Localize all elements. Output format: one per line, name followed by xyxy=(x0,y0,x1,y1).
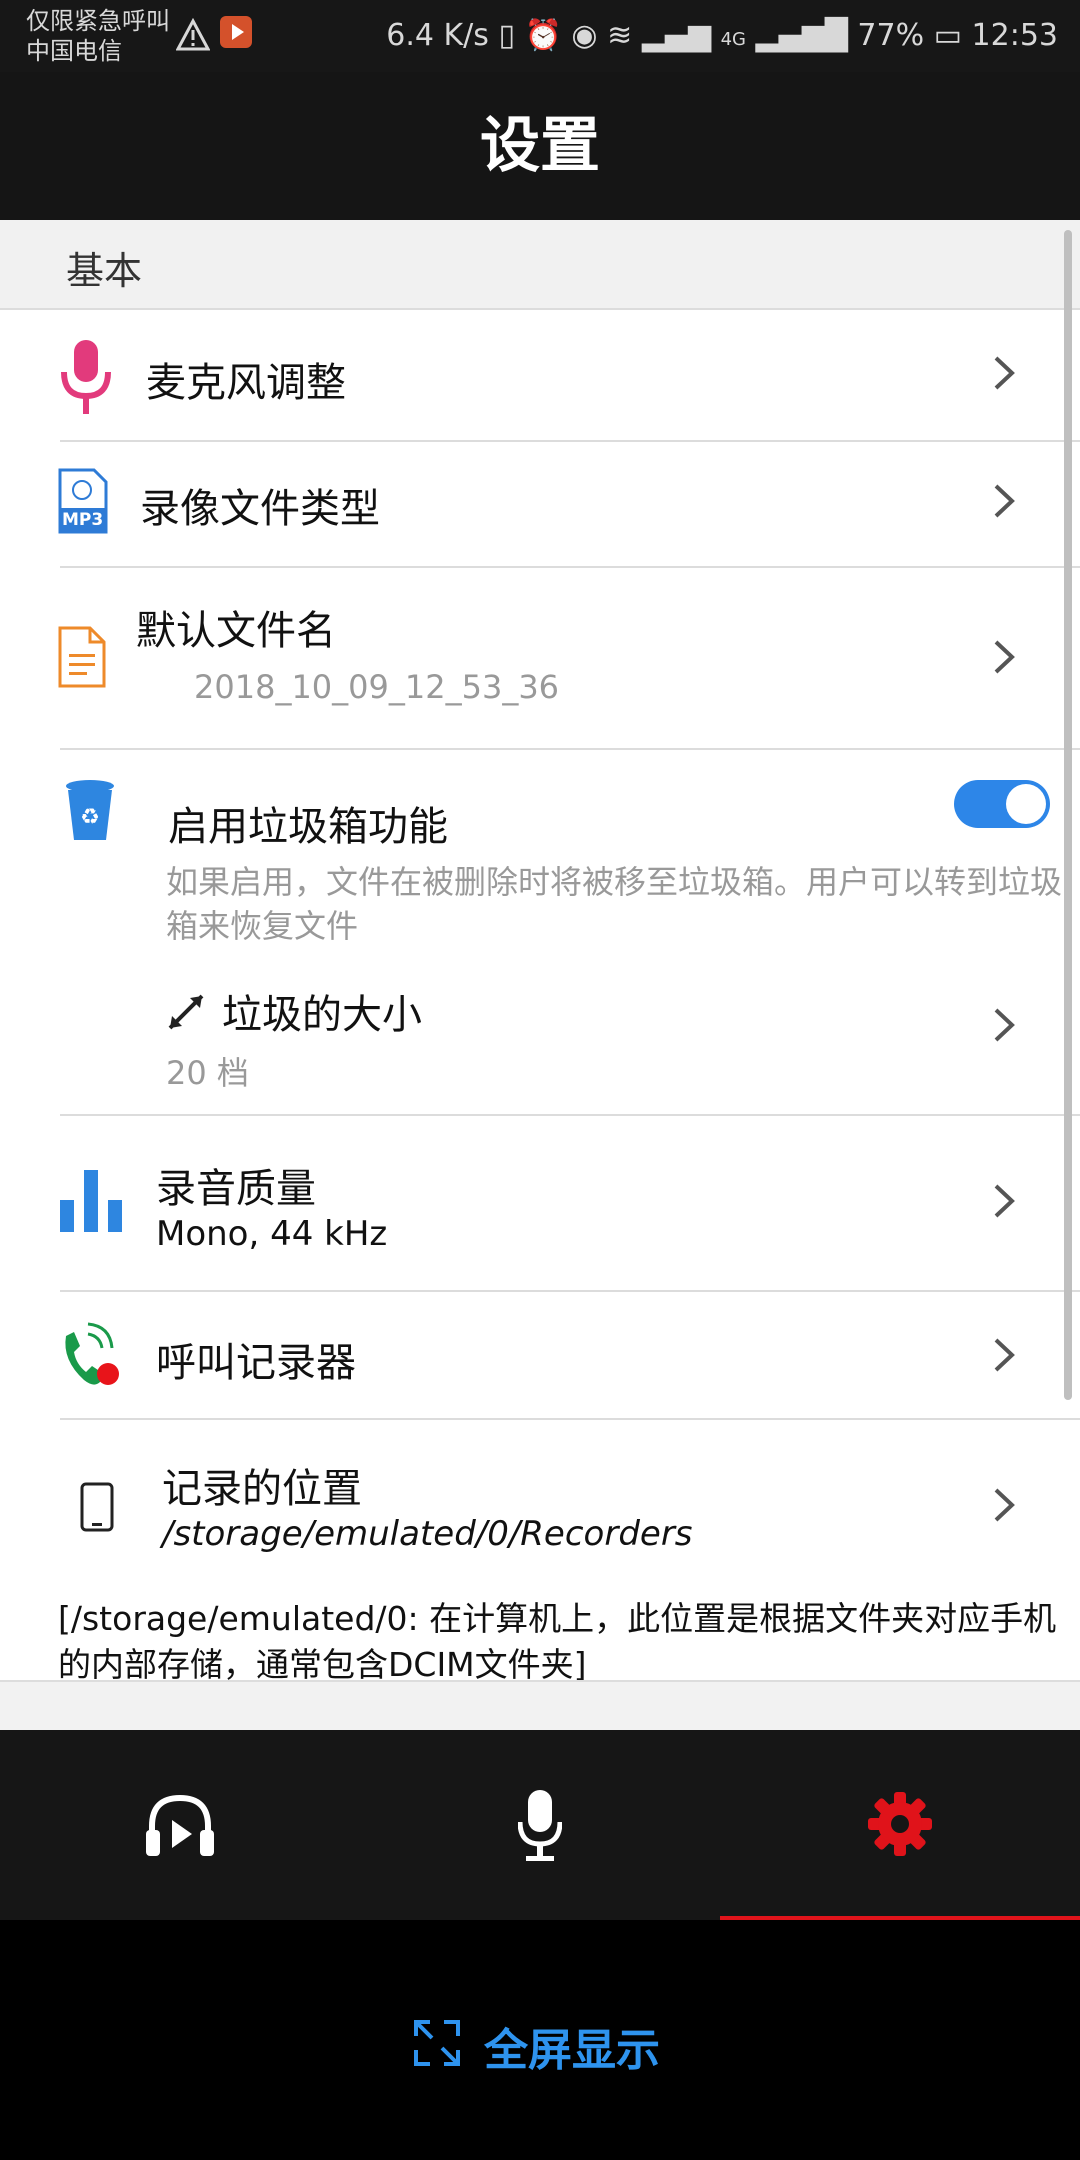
signal-icon: ▂▄▆ xyxy=(641,18,712,53)
gear-icon xyxy=(868,1792,932,1856)
default-name-title: 默认文件名 xyxy=(136,608,336,654)
fullscreen-bar[interactable]: 全屏显示 xyxy=(0,1920,1080,2160)
clock: 12:53 xyxy=(971,18,1058,53)
bottom-nav xyxy=(0,1730,1080,1920)
recycle-bin-icon: ♻ xyxy=(66,780,114,840)
chevron-right-icon xyxy=(994,1008,1015,1042)
player-icon xyxy=(146,1794,214,1856)
vibrate-icon: ▯ xyxy=(498,18,515,53)
chevron-right-icon xyxy=(994,356,1015,390)
status-right: 6.4 K/s ▯ ⏰ ◉ ≋ ▂▄▆ 4G ▂▄▆█ 77% ▭ 12:53 xyxy=(386,18,1058,53)
location-title: 记录的位置 xyxy=(162,1466,362,1512)
chevron-right-icon xyxy=(994,1184,1015,1218)
document-icon xyxy=(58,626,106,688)
fullscreen-icon xyxy=(414,2020,460,2066)
trash-size-value: 20 档 xyxy=(166,1054,249,1092)
video-type-title: 录像文件类型 xyxy=(140,486,380,532)
section-label: 基本 xyxy=(66,249,143,293)
nav-recorder[interactable] xyxy=(360,1730,720,1920)
resize-arrows-icon xyxy=(168,994,204,1030)
phone-record-icon xyxy=(65,1322,119,1385)
trash-size-title: 垃圾的大小 xyxy=(222,992,422,1038)
carrier-info: 仅限紧急呼叫 中国电信 xyxy=(26,6,170,66)
quality-title: 录音质量 xyxy=(156,1166,316,1212)
app-notification-icon xyxy=(220,16,252,48)
fullscreen-label: 全屏显示 xyxy=(484,2025,660,2076)
network-type: 4G xyxy=(720,29,746,50)
mp3-badge: MP3 xyxy=(62,510,104,530)
default-name-value: 2018_10_09_12_53_36 xyxy=(194,668,560,706)
battery-icon: ▭ xyxy=(933,18,962,53)
settings-row-default-name[interactable]: 默认文件名 2018_10_09_12_53_36 xyxy=(0,568,1080,748)
toggle-knob xyxy=(1006,784,1046,824)
quality-value: Mono, 44 kHz xyxy=(156,1214,388,1254)
network-speed: 6.4 K/s xyxy=(386,18,489,53)
scrollbar[interactable] xyxy=(1064,230,1072,1400)
alarm-icon: ⏰ xyxy=(524,18,562,53)
nav-player[interactable] xyxy=(0,1730,360,1920)
carrier-line2: 中国电信 xyxy=(26,37,122,65)
eye-icon: ◉ xyxy=(571,18,598,53)
warning-icon xyxy=(176,18,210,51)
signal-icon-2: ▂▄▆█ xyxy=(755,18,848,53)
bar-chart-icon xyxy=(60,1170,122,1232)
call-recorder-title: 呼叫记录器 xyxy=(156,1340,356,1386)
page-title: 设置 xyxy=(0,72,1080,220)
section-header: 基本 xyxy=(0,220,1080,310)
trash-description: 如果启用，文件在被删除时将被移至垃圾箱。用户可以转到垃圾箱来恢复文件 xyxy=(166,863,1063,945)
wifi-icon: ≋ xyxy=(607,18,633,53)
chevron-right-icon xyxy=(994,1338,1015,1372)
chevron-right-icon xyxy=(994,484,1015,518)
trash-title: 启用垃圾箱功能 xyxy=(168,804,448,850)
settings-row-mic[interactable]: 麦克风调整 xyxy=(0,310,1080,440)
chevron-right-icon xyxy=(994,640,1015,674)
trash-toggle[interactable] xyxy=(954,780,1050,828)
smartphone-icon xyxy=(80,1482,114,1532)
microphone-icon xyxy=(518,1790,562,1861)
carrier-line1: 仅限紧急呼叫 xyxy=(26,7,170,35)
svg-text:♻: ♻ xyxy=(80,805,100,830)
settings-row-video-type[interactable]: MP3 录像文件类型 xyxy=(0,442,1080,566)
status-bar: 仅限紧急呼叫 中国电信 6.4 K/s ▯ ⏰ ◉ ≋ ▂▄▆ 4G ▂▄▆█ … xyxy=(0,0,1080,72)
content-bottom-strip xyxy=(0,1680,1080,1730)
chevron-right-icon xyxy=(994,1488,1015,1522)
nav-settings[interactable] xyxy=(720,1730,1080,1920)
settings-row-location[interactable]: 记录的位置 /storage/emulated/0/Recorders xyxy=(0,1420,1080,1590)
mic-title: 麦克风调整 xyxy=(146,360,346,406)
settings-row-trash-size[interactable]: 垃圾的大小 20 档 xyxy=(0,950,1080,1110)
settings-row-call-recorder[interactable]: 呼叫记录器 xyxy=(0,1292,1080,1418)
location-path: /storage/emulated/0/Recorders xyxy=(162,1514,693,1554)
settings-list: 基本 麦克风调整 MP3 录像文件类型 默认文件名 2018_10_09_12_… xyxy=(0,220,1080,1730)
microphone-icon xyxy=(61,340,111,414)
settings-row-quality[interactable]: 录音质量 Mono, 44 kHz xyxy=(0,1116,1080,1286)
battery-percent: 77% xyxy=(857,18,925,53)
storage-note: [/storage/emulated/0: 在计算机上，此位置是根据文件夹对应手… xyxy=(58,1599,1057,1684)
settings-row-trash: ♻ 启用垃圾箱功能 如果启用，文件在被删除时将被移至垃圾箱。用户可以转到垃圾箱来… xyxy=(0,750,1080,950)
